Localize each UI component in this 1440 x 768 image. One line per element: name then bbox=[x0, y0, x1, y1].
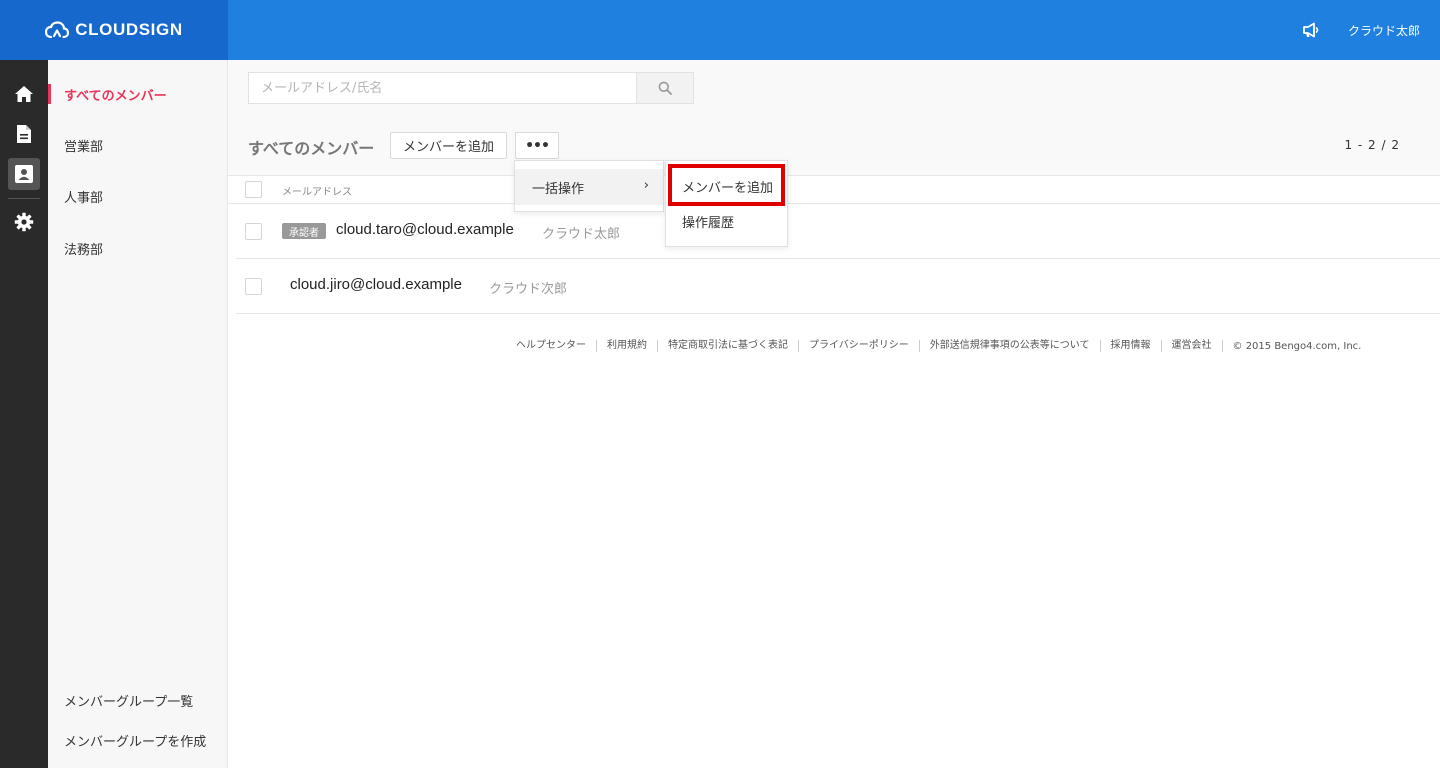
approver-badge: 承認者 bbox=[282, 223, 326, 239]
create-group-link[interactable]: メンバーグループを作成 bbox=[48, 728, 227, 752]
sidebar-item-sales[interactable]: 営業部 bbox=[48, 133, 227, 157]
search-bar bbox=[228, 60, 1440, 116]
page-title: すべてのメンバー bbox=[248, 139, 375, 158]
logo[interactable]: CLOUDSIGN bbox=[0, 0, 228, 60]
group-list-link[interactable]: メンバーグループ一覧 bbox=[48, 688, 227, 712]
more-options-menu: 一括操作 › bbox=[514, 160, 664, 212]
contact-card-icon[interactable] bbox=[8, 158, 40, 190]
megaphone-icon[interactable] bbox=[1302, 22, 1320, 38]
table-row[interactable]: 承認者 cloud.taro@cloud.example クラウド太郎 bbox=[236, 204, 1440, 259]
icon-rail bbox=[0, 60, 48, 768]
member-email[interactable]: cloud.jiro@cloud.example bbox=[290, 276, 462, 293]
select-all-checkbox[interactable] bbox=[245, 181, 262, 198]
home-icon[interactable] bbox=[8, 78, 40, 110]
row-checkbox[interactable] bbox=[245, 223, 262, 240]
gear-icon[interactable] bbox=[8, 206, 40, 238]
column-email-label: メールアドレス bbox=[282, 187, 352, 198]
row-checkbox[interactable] bbox=[245, 278, 262, 295]
sidebar-item-all-members[interactable]: すべてのメンバー bbox=[48, 82, 227, 106]
sidebar-item-legal[interactable]: 法務部 bbox=[48, 236, 227, 260]
footer-links: ヘルプセンター 利用規約 特定商取引法に基づく表記 プライバシーポリシー 外部送… bbox=[506, 339, 1361, 353]
cloud-logo-icon bbox=[45, 21, 70, 39]
submenu-item-add-member[interactable]: メンバーを追加 bbox=[666, 171, 787, 201]
member-name: クラウド太郎 bbox=[542, 227, 621, 242]
add-member-button[interactable]: メンバーを追加 bbox=[390, 132, 508, 159]
footer-link-privacy[interactable]: プライバシーポリシー bbox=[799, 340, 920, 352]
user-menu[interactable]: クラウド太郎 bbox=[1348, 22, 1420, 39]
chevron-right-icon: › bbox=[643, 178, 649, 193]
member-email[interactable]: cloud.taro@cloud.example bbox=[336, 221, 514, 238]
rail-divider bbox=[8, 198, 40, 199]
pagination-count: 1 - 2 / 2 bbox=[1344, 138, 1400, 152]
footer-link-company[interactable]: 運営会社 bbox=[1162, 340, 1223, 352]
document-icon[interactable] bbox=[8, 118, 40, 150]
member-name: クラウド次郎 bbox=[489, 282, 568, 297]
copyright: © 2015 Bengo4.com, Inc. bbox=[1232, 340, 1362, 352]
top-header: CLOUDSIGN クラウド太郎 bbox=[0, 0, 1440, 60]
footer-link-help[interactable]: ヘルプセンター bbox=[506, 340, 597, 352]
list-toolbar: すべてのメンバー メンバーを追加 ••• 1 - 2 / 2 bbox=[228, 116, 1440, 176]
search-button[interactable] bbox=[636, 72, 694, 104]
footer-link-external[interactable]: 外部送信規律事項の公表等について bbox=[920, 340, 1101, 352]
logo-text: CLOUDSIGN bbox=[75, 20, 183, 39]
footer-link-commercial[interactable]: 特定商取引法に基づく表記 bbox=[658, 340, 799, 352]
footer-link-terms[interactable]: 利用規約 bbox=[597, 340, 658, 352]
search-icon bbox=[658, 81, 672, 95]
group-sidebar: すべてのメンバー 営業部 人事部 法務部 メンバーグループ一覧 メンバーグループ… bbox=[48, 60, 228, 768]
more-options-button[interactable]: ••• bbox=[515, 132, 559, 159]
search-input[interactable] bbox=[248, 72, 636, 104]
table-header: メールアドレス bbox=[228, 176, 1440, 204]
menu-item-label: 一括操作 bbox=[532, 181, 585, 197]
sidebar-item-hr[interactable]: 人事部 bbox=[48, 184, 227, 208]
main-content: すべてのメンバー メンバーを追加 ••• 1 - 2 / 2 メールアドレス 承… bbox=[228, 60, 1440, 768]
menu-item-bulk-operation[interactable]: 一括操作 › bbox=[515, 169, 663, 205]
submenu-item-operation-history[interactable]: 操作履歴 bbox=[666, 206, 787, 236]
footer-link-careers[interactable]: 採用情報 bbox=[1101, 340, 1162, 352]
bulk-operation-submenu: メンバーを追加 操作履歴 bbox=[665, 160, 788, 247]
table-row[interactable]: cloud.jiro@cloud.example クラウド次郎 bbox=[236, 259, 1440, 314]
